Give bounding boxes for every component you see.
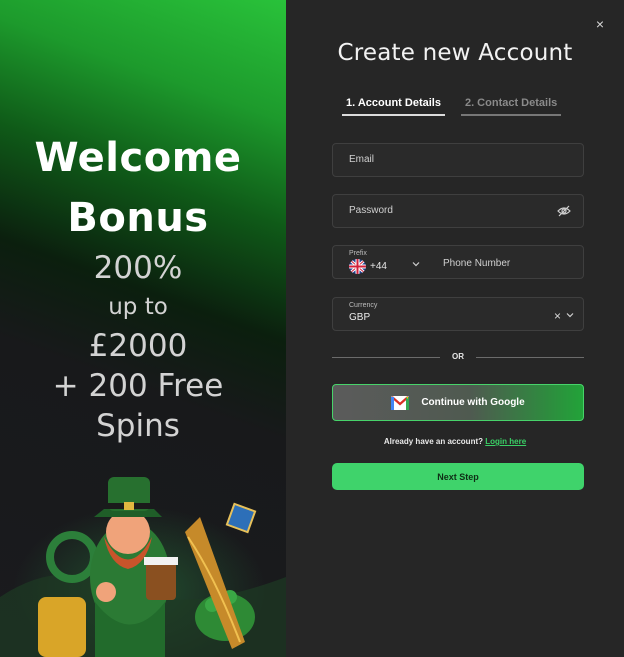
promo-title-line2: Bonus [67, 195, 209, 241]
phone-placeholder: Phone Number [443, 258, 511, 269]
phone-field[interactable]: Prefix +44 Phone Number [332, 245, 584, 279]
uk-flag-icon [349, 259, 366, 274]
login-link[interactable]: Login here [485, 437, 526, 446]
chevron-down-icon[interactable] [411, 259, 421, 269]
divider-line-right [476, 357, 584, 358]
form-title: Create new Account [337, 40, 573, 66]
already-text: Already have an account? [383, 437, 484, 446]
step-tabs: 1. Account Details 2. Contact Details [342, 97, 562, 116]
chevron-down-icon[interactable] [565, 310, 575, 320]
promo-panel: Welcome Bonus 200% up to £2000 + 200 Fre… [0, 0, 286, 657]
email-field[interactable]: Email [332, 143, 584, 177]
prefix-code: +44 [370, 261, 387, 272]
promo-text: Welcome Bonus 200% up to £2000 + 200 Fre… [0, 128, 276, 446]
google-button-label: Continue with Google [421, 397, 525, 408]
password-placeholder: Password [349, 205, 393, 216]
form-panel: × Create new Account 1. Account Details … [286, 0, 624, 657]
signup-modal: Welcome Bonus 200% up to £2000 + 200 Fre… [0, 0, 624, 657]
clear-icon[interactable]: × [554, 309, 561, 323]
promo-amount: £2000 [88, 328, 188, 364]
tab-contact-details[interactable]: 2. Contact Details [460, 97, 562, 116]
promo-upto: up to [108, 294, 168, 320]
currency-value: GBP [349, 312, 371, 323]
gmail-icon [391, 395, 410, 410]
currency-label: Currency [349, 302, 378, 309]
eye-off-icon[interactable] [557, 204, 571, 218]
next-step-button[interactable]: Next Step [332, 463, 584, 490]
promo-free-spins-line1: + 200 Free [52, 368, 224, 404]
or-divider: OR [332, 351, 584, 363]
tab-account-details[interactable]: 1. Account Details [342, 97, 445, 116]
currency-select[interactable]: Currency GBP × [332, 297, 584, 331]
promo-free-spins-line2: Spins [96, 408, 180, 444]
close-icon[interactable]: × [592, 16, 608, 32]
promo-percent: 200% [93, 250, 183, 286]
login-prompt: Already have an account? Login here [286, 437, 624, 446]
promo-title-line1: Welcome [34, 135, 242, 181]
leprechaun-illustration [0, 477, 286, 657]
continue-with-google-button[interactable]: Continue with Google [332, 384, 584, 421]
email-placeholder: Email [349, 154, 375, 165]
prefix-label: Prefix [349, 250, 367, 257]
password-field[interactable]: Password [332, 194, 584, 228]
